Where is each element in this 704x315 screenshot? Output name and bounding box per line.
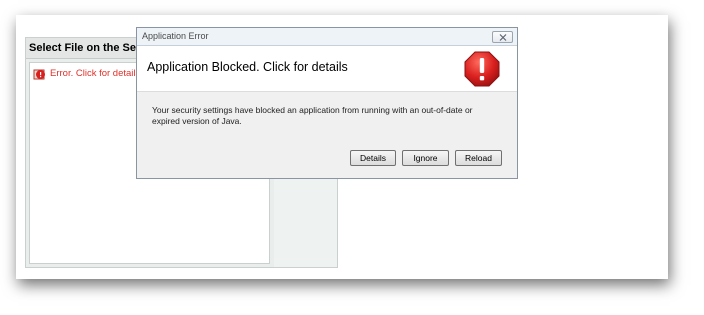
error-icon	[33, 67, 46, 80]
window-title: Application Error	[142, 31, 209, 41]
dialog-title[interactable]: Application Blocked. Click for details	[147, 60, 348, 74]
stop-icon	[464, 51, 500, 87]
close-icon	[499, 33, 506, 41]
dialog-header: Application Blocked. Click for details	[137, 46, 517, 92]
error-link[interactable]: Error. Click for details	[33, 66, 140, 80]
ignore-button[interactable]: Ignore	[402, 150, 449, 166]
application-error-dialog: Application Error Application Blocked. C…	[136, 27, 518, 179]
close-button[interactable]	[492, 31, 513, 43]
reload-button[interactable]: Reload	[455, 150, 502, 166]
error-text: Error. Click for details	[50, 67, 141, 79]
details-button[interactable]: Details	[350, 150, 396, 166]
dialog-message: Your security settings have blocked an a…	[152, 105, 473, 126]
dialog-titlebar: Application Error	[137, 28, 517, 46]
